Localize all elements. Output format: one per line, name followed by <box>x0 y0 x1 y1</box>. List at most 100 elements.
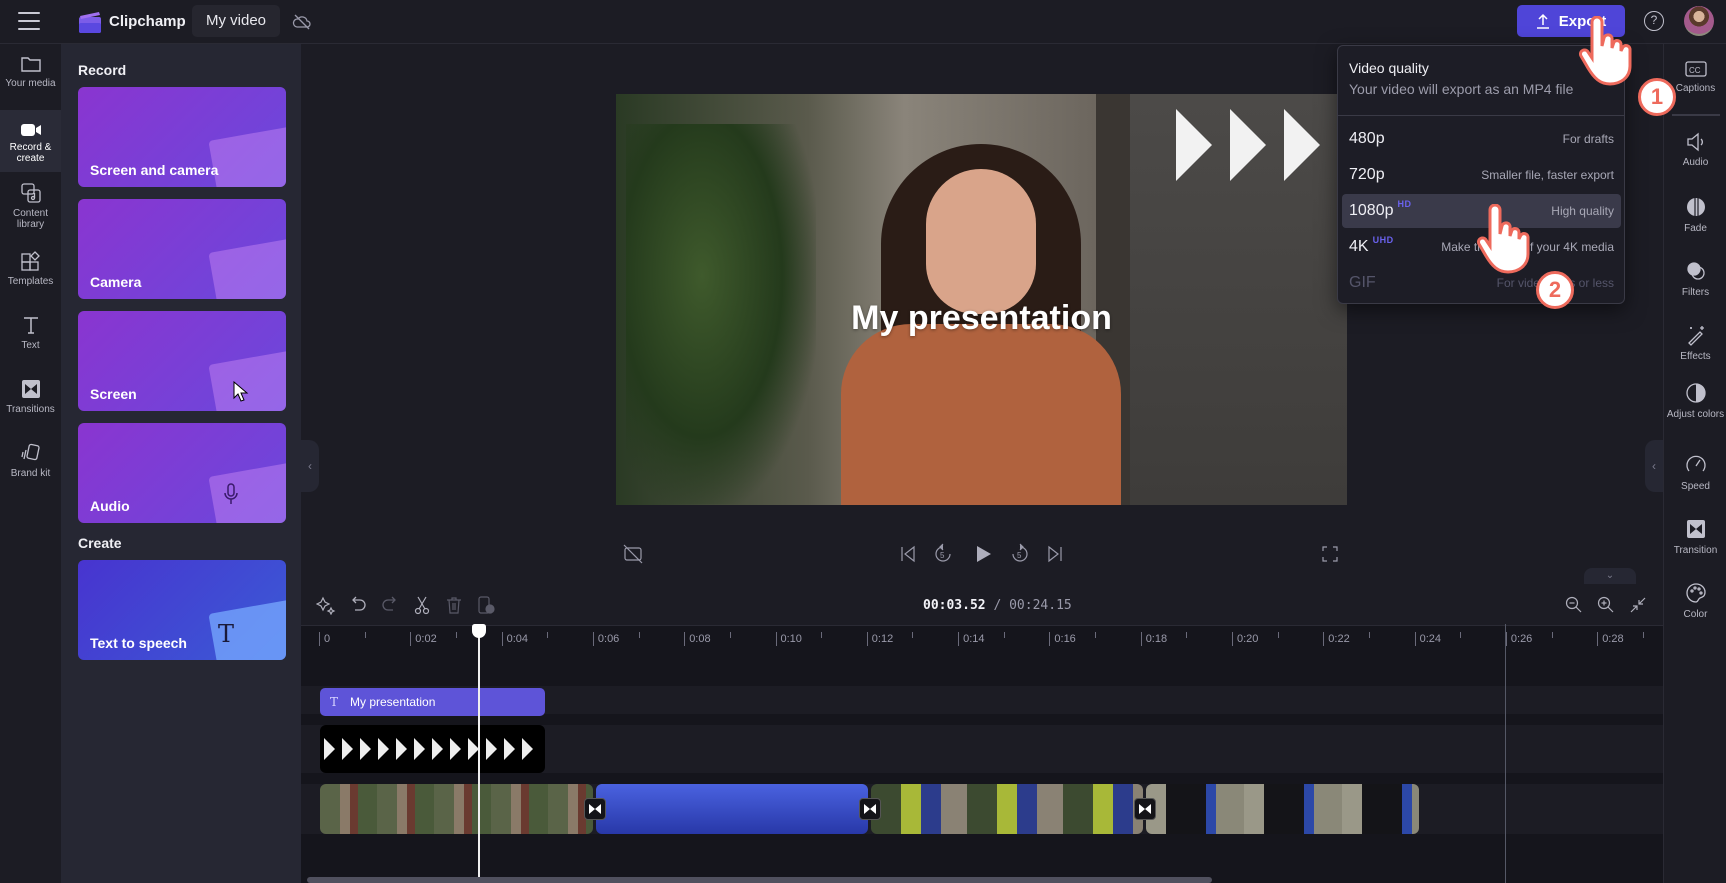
card-camera[interactable]: Camera <box>78 199 286 299</box>
folder-icon <box>20 57 41 72</box>
video-camera-icon <box>20 124 41 136</box>
card-screen[interactable]: Screen <box>78 311 286 411</box>
svg-text:5: 5 <box>1017 551 1022 560</box>
cloud-off-icon[interactable] <box>292 12 312 32</box>
option-720p[interactable]: 720p Smaller file, faster export <box>1342 158 1621 192</box>
transition-marker[interactable] <box>859 798 881 820</box>
card-screen-and-camera[interactable]: Screen and camera <box>78 87 286 187</box>
ruler-minor-tick <box>547 632 549 638</box>
rnav-filters[interactable]: Filters <box>1664 260 1726 298</box>
overlay-title: My presentation <box>851 299 1112 337</box>
text-clip-label: My presentation <box>350 695 436 709</box>
undo-icon[interactable] <box>348 595 368 615</box>
menu-icon[interactable] <box>18 12 40 30</box>
nav-record-create[interactable]: Record & create <box>0 110 61 172</box>
ruler-minor-tick <box>1368 632 1370 638</box>
skip-to-end-icon[interactable] <box>1044 543 1066 565</box>
card-illustration <box>208 126 286 187</box>
collapse-timeline-button[interactable]: ⌄ <box>1584 568 1636 584</box>
fade-icon <box>1686 198 1705 216</box>
forward-5-icon[interactable]: 5 <box>1009 543 1031 565</box>
collapse-right-panel-button[interactable]: ‹ <box>1645 440 1663 492</box>
redo-icon[interactable] <box>380 595 400 615</box>
option-quality: 720p <box>1349 166 1385 183</box>
fit-timeline-icon[interactable] <box>1628 595 1648 615</box>
video-clip-2[interactable] <box>596 784 868 834</box>
ruler-minor-tick <box>729 632 731 638</box>
nav-brand-kit[interactable]: Brand kit <box>0 442 61 492</box>
video-clip-1[interactable] <box>320 784 593 834</box>
rnav-fade[interactable]: Fade <box>1664 196 1726 234</box>
collapse-left-panel-button[interactable]: ‹ <box>301 440 319 492</box>
timeline-ruler[interactable]: 0 0:02 0:04 0:06 0:08 0:10 0:12 0:14 0:16 0:18 0:2… <box>301 626 1663 650</box>
brand-kit-icon <box>20 443 40 461</box>
content-library-icon <box>20 183 41 203</box>
card-illustration <box>208 238 286 299</box>
rnav-audio[interactable]: Audio <box>1664 132 1726 168</box>
ruler-tick-label: 0:26 <box>1505 632 1532 646</box>
delete-icon[interactable] <box>444 595 464 615</box>
option-480p[interactable]: 480p For drafts <box>1342 122 1621 156</box>
playhead-handle[interactable] <box>472 624 486 638</box>
add-media-icon[interactable] <box>476 595 496 615</box>
magic-icon[interactable] <box>316 595 336 615</box>
captions-off-icon[interactable] <box>622 543 644 565</box>
magic-wand-icon <box>1687 326 1704 346</box>
rnav-transition[interactable]: Transition <box>1664 518 1726 556</box>
nav-transitions[interactable]: Transitions <box>0 378 61 428</box>
play-icon[interactable] <box>972 543 994 565</box>
nav-your-media[interactable]: Your media <box>0 54 61 106</box>
menu-title: Video quality <box>1349 60 1429 76</box>
ruler-tick-label: 0:24 <box>1414 632 1441 646</box>
top-bar: Clipchamp My video Export ? <box>0 0 1726 44</box>
user-avatar[interactable] <box>1684 6 1714 36</box>
nav-text[interactable]: Text <box>0 314 61 364</box>
captions-icon: CC <box>1684 61 1707 77</box>
templates-icon <box>20 251 40 271</box>
pointer-hand-icon <box>1477 204 1530 274</box>
rnav-speed[interactable]: Speed <box>1664 454 1726 492</box>
ruler-tick-label: 0:10 <box>775 632 802 646</box>
zoom-in-icon[interactable] <box>1596 595 1616 615</box>
rnav-adjust-colors[interactable]: Adjust colors <box>1664 382 1726 420</box>
fullscreen-icon[interactable] <box>1319 543 1341 565</box>
video-preview[interactable]: My presentation <box>616 94 1347 505</box>
current-time: 00:03.52 <box>923 598 986 613</box>
playhead[interactable] <box>478 624 480 883</box>
svg-text:5: 5 <box>940 551 945 560</box>
rewind-5-icon[interactable]: 5 <box>932 543 954 565</box>
filters-icon <box>1686 262 1705 280</box>
card-audio[interactable]: Audio <box>78 423 286 523</box>
ruler-minor-tick <box>1551 632 1553 638</box>
card-text-to-speech[interactable]: T Text to speech <box>78 560 286 660</box>
text-icon <box>23 317 38 334</box>
record-create-panel: Record Screen and camera Camera Screen A… <box>61 44 301 883</box>
split-scissors-icon[interactable] <box>412 595 432 615</box>
nav-content-library[interactable]: Content library <box>0 182 61 238</box>
rnav-color[interactable]: Color <box>1664 582 1726 620</box>
video-clip-4[interactable] <box>1146 784 1419 834</box>
ruler-tick-label: 0:28 <box>1597 632 1624 646</box>
ruler-tick-label: 0:06 <box>592 632 619 646</box>
help-icon[interactable]: ? <box>1644 11 1664 31</box>
transition-icon <box>1686 520 1705 538</box>
rnav-effects[interactable]: Effects <box>1664 324 1726 362</box>
skip-to-start-icon[interactable] <box>897 543 919 565</box>
ruler-minor-tick <box>638 632 640 638</box>
option-description: Smaller file, faster export <box>1481 168 1614 182</box>
text-clip[interactable]: T My presentation <box>320 688 545 716</box>
step-2-badge: 2 <box>1536 271 1574 309</box>
transition-marker[interactable] <box>584 798 606 820</box>
uhd-badge: UHD <box>1372 235 1394 245</box>
option-quality: GIF <box>1349 274 1376 291</box>
zoom-out-icon[interactable] <box>1564 595 1584 615</box>
option-quality: 480p <box>1349 130 1385 147</box>
arrows-overlay-clip[interactable] <box>320 725 545 773</box>
timeline-scrollbar[interactable] <box>307 877 1212 883</box>
nav-templates[interactable]: Templates <box>0 250 61 300</box>
transition-marker[interactable] <box>1134 798 1156 820</box>
video-clip-3[interactable] <box>871 784 1143 834</box>
ruler-tick-label: 0:16 <box>1049 632 1076 646</box>
project-name-field[interactable]: My video <box>192 5 281 37</box>
transition-icon <box>864 804 876 814</box>
